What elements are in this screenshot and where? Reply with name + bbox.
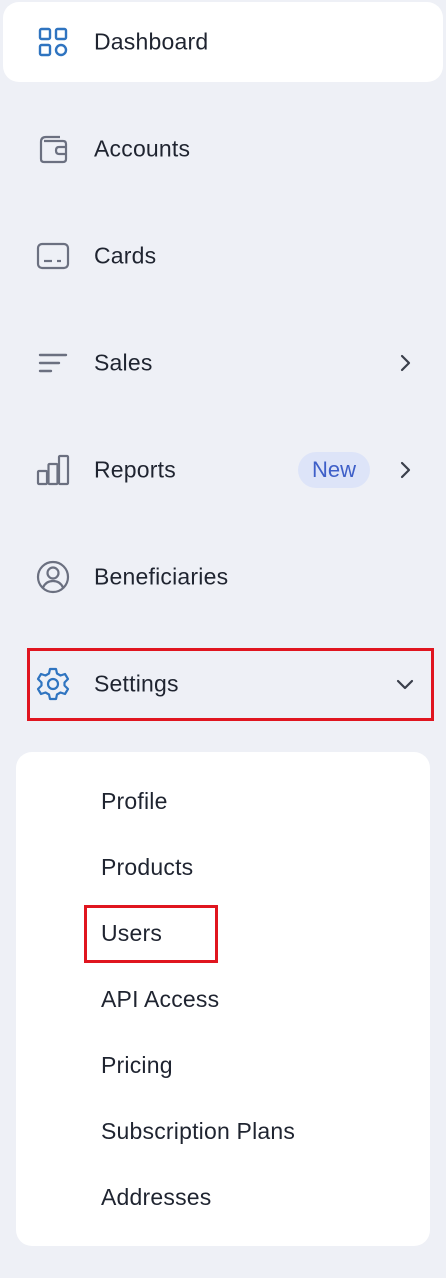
bar-chart-icon [35, 452, 71, 488]
sidebar-item-accounts[interactable]: Accounts [3, 109, 443, 189]
submenu-item-subscription-plans[interactable]: Subscription Plans [101, 1116, 295, 1146]
sidebar-item-label: Beneficiaries [94, 563, 229, 590]
sidebar-item-label: Accounts [94, 135, 191, 162]
sidebar-item-label: Reports [94, 456, 176, 483]
submenu-item-products[interactable]: Products [101, 852, 193, 882]
card-icon [35, 238, 71, 274]
user-circle-icon [35, 559, 71, 595]
settings-submenu: Profile Products Users API Access Pricin… [16, 752, 430, 1246]
grid-icon [35, 24, 71, 60]
sidebar-item-beneficiaries[interactable]: Beneficiaries [3, 537, 443, 617]
chevron-right-icon [395, 460, 415, 480]
sidebar: Dashboard Accounts Cards Sales Reports N… [0, 0, 446, 1278]
sidebar-item-label: Dashboard [94, 28, 209, 55]
lines-icon [35, 345, 71, 381]
users-highlight [84, 905, 218, 963]
sidebar-item-cards[interactable]: Cards [3, 216, 443, 296]
submenu-item-addresses[interactable]: Addresses [101, 1182, 211, 1212]
settings-highlight [27, 648, 434, 721]
sidebar-item-label: Sales [94, 349, 153, 376]
sidebar-item-label: Cards [94, 242, 157, 269]
chevron-right-icon [395, 353, 415, 373]
sidebar-item-sales[interactable]: Sales [3, 323, 443, 403]
sidebar-item-reports[interactable]: Reports New [3, 430, 443, 510]
new-badge: New [298, 452, 371, 488]
wallet-icon [35, 131, 71, 167]
sidebar-item-dashboard[interactable]: Dashboard [3, 2, 443, 82]
submenu-item-pricing[interactable]: Pricing [101, 1050, 173, 1080]
submenu-item-api-access[interactable]: API Access [101, 984, 219, 1014]
submenu-item-profile[interactable]: Profile [101, 786, 168, 816]
